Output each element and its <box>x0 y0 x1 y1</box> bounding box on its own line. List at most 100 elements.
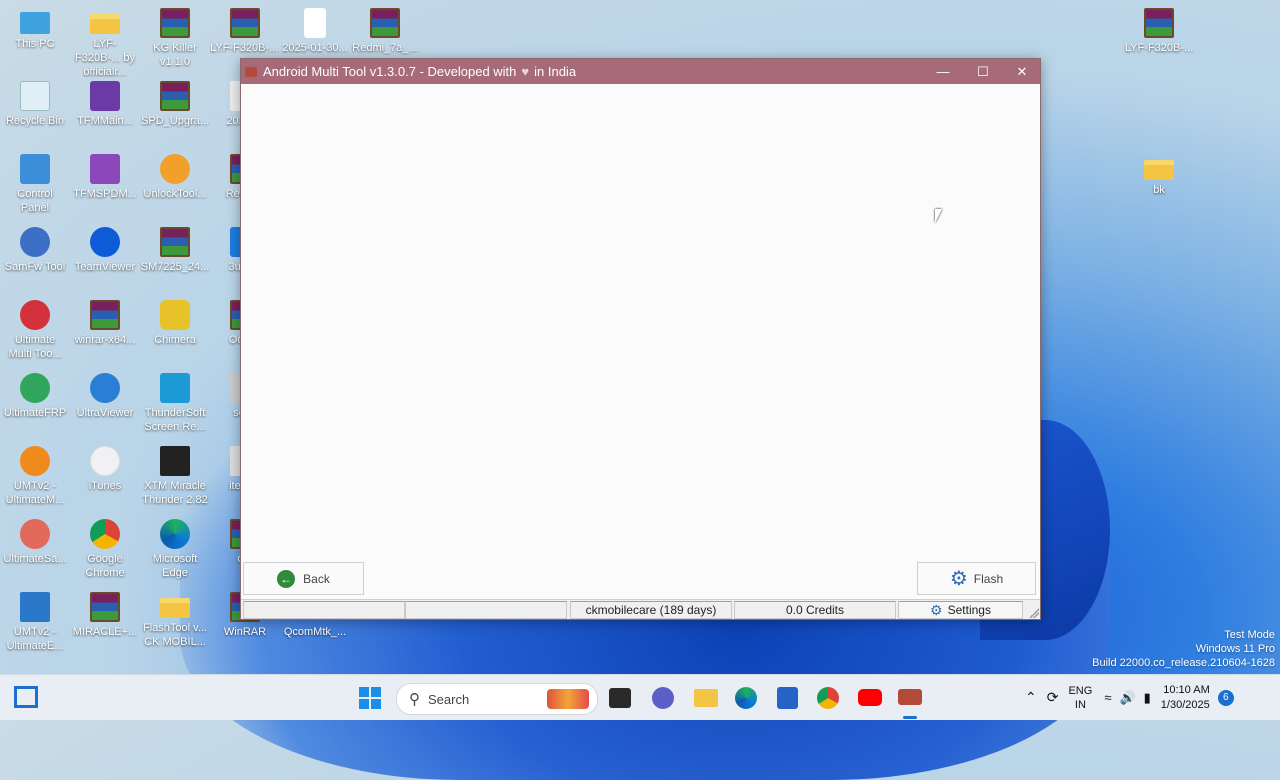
chrome-icon <box>90 519 120 549</box>
samfw-icon <box>20 227 50 257</box>
close-button[interactable]: ✕ <box>1002 59 1042 84</box>
status-segment-1 <box>243 601 405 619</box>
edge-icon[interactable] <box>735 687 757 709</box>
desktop-icon-flashtool[interactable]: FlashTool v... CK MOBIL... <box>140 592 210 649</box>
clock[interactable]: 10:10 AM 1/30/2025 <box>1161 683 1210 713</box>
desktop-icon-xtm-miracle[interactable]: XTM Miracle Thunder 2.82 <box>140 446 210 507</box>
desktop-icon-samfw[interactable]: SamFw Tool <box>0 227 70 274</box>
gear-icon: ⚙ <box>930 601 943 618</box>
active-app-indicator <box>903 716 917 719</box>
folder-icon <box>1144 160 1174 180</box>
widgets-icon[interactable] <box>14 686 38 708</box>
file-explorer-icon[interactable] <box>694 689 718 707</box>
status-user: ckmobilecare (189 days) <box>570 601 732 619</box>
desktop-icon-kg-killer[interactable]: KG Killer v1.1.0 <box>140 8 210 69</box>
umtv2e-icon <box>20 592 50 622</box>
android-multi-tool-taskbar-icon[interactable] <box>898 689 922 705</box>
desktop-icon-video[interactable]: 2025-01-30... <box>280 8 350 55</box>
back-arrow-icon: ← <box>277 569 296 588</box>
winrar-icon <box>160 8 190 38</box>
desktop-icon-tfmmain[interactable]: TFMMain... <box>70 81 140 128</box>
desktop-icon-lyf-right[interactable]: LYF-F320B-... <box>1124 8 1194 55</box>
tfm-icon <box>90 81 120 111</box>
winrar-icon <box>160 81 190 111</box>
winrar-icon <box>230 8 260 38</box>
desktop-icon-chrome[interactable]: Google Chrome <box>70 519 140 580</box>
title-bar[interactable]: Android Multi Tool v1.3.0.7 - Developed … <box>241 59 1040 84</box>
app-icon <box>245 66 257 77</box>
desktop-icon-umtv2[interactable]: UMTv2 - UltimateM... <box>0 446 70 507</box>
watermark-line3: Build 22000.co_release.210604-1628 <box>1092 657 1275 669</box>
settings-button[interactable]: ⚙ Settings <box>898 601 1023 619</box>
taskbar-search[interactable]: ⚲ Search <box>396 683 598 715</box>
desktop-icon-lyf-folder[interactable]: LYF-F320B-... by officialr... <box>70 8 140 79</box>
desktop-icon-unlocktool[interactable]: UnlockTool... <box>140 154 210 201</box>
ultimatesa-icon <box>20 519 50 549</box>
task-view-icon[interactable] <box>609 688 631 708</box>
desktop-icon-spd-upgrade[interactable]: SPD_Upgra... <box>140 81 210 128</box>
desktop-icon-teamviewer[interactable]: TeamViewer <box>70 227 140 274</box>
desktop-icon-ultimatefrp[interactable]: UltimateFRP <box>0 373 70 420</box>
winrar-icon <box>90 592 120 622</box>
itunes-icon <box>90 446 120 476</box>
chevron-up-icon[interactable]: ⌃ <box>1025 689 1037 706</box>
sync-icon[interactable]: ⟳ <box>1047 689 1059 706</box>
desktop-icon-umtv2-e[interactable]: UMTv2 - UltimateE... <box>0 592 70 653</box>
desktop-icon-bk[interactable]: bk <box>1124 154 1194 197</box>
resize-grip-icon[interactable] <box>1029 608 1039 618</box>
clock-time: 10:10 AM <box>1163 683 1210 696</box>
teamviewer-icon <box>90 227 120 257</box>
desktop-icon-winrar-x64[interactable]: winrar-x64... <box>70 300 140 347</box>
winrar-icon <box>160 227 190 257</box>
language-indicator[interactable]: ENG IN <box>1068 684 1092 712</box>
watermark-line2: Windows 11 Pro <box>1195 643 1275 655</box>
volume-icon[interactable]: 🔊 <box>1119 690 1135 706</box>
taskbar: ⚲ Search ⌃ ⟳ ENG IN ≈ 🔊 ▮ 10:10 AM 1/30/… <box>0 674 1280 720</box>
wifi-icon[interactable]: ≈ <box>1104 690 1111 705</box>
desktop-icon-chimera[interactable]: Chimera <box>140 300 210 347</box>
desktop-icon-edge[interactable]: Microsoft Edge <box>140 519 210 580</box>
desktop-icon-thundersoft[interactable]: ThunderSoft Screen Re... <box>140 373 210 434</box>
desktop-icon-sm7225[interactable]: SM7225_24... <box>140 227 210 274</box>
winrar-icon <box>370 8 400 38</box>
desktop-icon-redmi-7a[interactable]: Redmi_7a_... <box>350 8 420 55</box>
notification-badge[interactable]: 6 <box>1217 689 1234 706</box>
monitor-icon <box>20 12 50 34</box>
desktop-icon-this-pc[interactable]: This PC <box>0 8 70 51</box>
ultraviewer-icon <box>90 373 120 403</box>
umtv2-icon <box>20 446 50 476</box>
clock-date: 1/30/2025 <box>1160 698 1210 711</box>
umt-icon <box>20 300 50 330</box>
desktop-icon-lyf-mobile[interactable]: LYF-F320B-... MOBILE ... <box>210 8 280 55</box>
chat-icon[interactable] <box>652 687 674 709</box>
store-icon[interactable] <box>777 687 798 709</box>
chimera-icon <box>160 300 190 330</box>
recycle-bin-icon <box>20 81 50 111</box>
windows-watermark: Test Mode Windows 11 Pro Build 22000.co_… <box>1092 628 1275 670</box>
desktop-icon-tfmspdm[interactable]: TFMSPDM... <box>70 154 140 201</box>
back-button[interactable]: ← Back <box>243 562 364 595</box>
desktop-icon-miracle[interactable]: MIRACLE+... <box>70 592 140 639</box>
folder-icon <box>90 14 120 34</box>
minimize-button[interactable]: — <box>923 59 963 84</box>
lang-line1: ENG <box>1068 684 1093 697</box>
system-tray: ⌃ ⟳ ENG IN ≈ 🔊 ▮ 10:10 AM 1/30/2025 6 <box>1025 675 1234 720</box>
chrome-icon[interactable] <box>817 687 839 709</box>
desktop-icon-ultimate-multi-tool[interactable]: Ultimate Multi Too... <box>0 300 70 361</box>
maximize-button[interactable]: ☐ <box>963 59 1003 84</box>
edge-icon <box>160 519 190 549</box>
video-file-icon <box>304 8 326 38</box>
desktop-icon-ultimatesa[interactable]: UltimateSa... <box>0 519 70 566</box>
battery-icon[interactable]: ▮ <box>1144 690 1151 706</box>
start-button[interactable] <box>359 687 381 709</box>
watermark-line1: Test Mode <box>1224 629 1275 641</box>
youtube-icon[interactable] <box>858 689 882 706</box>
desktop-icon-itunes[interactable]: iTunes <box>70 446 140 493</box>
flash-button[interactable]: ⚙ Flash <box>917 562 1036 595</box>
ultimatefrp-icon <box>20 373 50 403</box>
desktop-icon-recycle-bin[interactable]: Recycle Bin <box>0 81 70 128</box>
gear-icon: ⚙ <box>949 567 968 590</box>
desktop-icon-control-panel[interactable]: Control Panel <box>0 154 70 215</box>
folder-icon <box>160 598 190 618</box>
desktop-icon-ultraviewer[interactable]: UltraViewer <box>70 373 140 420</box>
